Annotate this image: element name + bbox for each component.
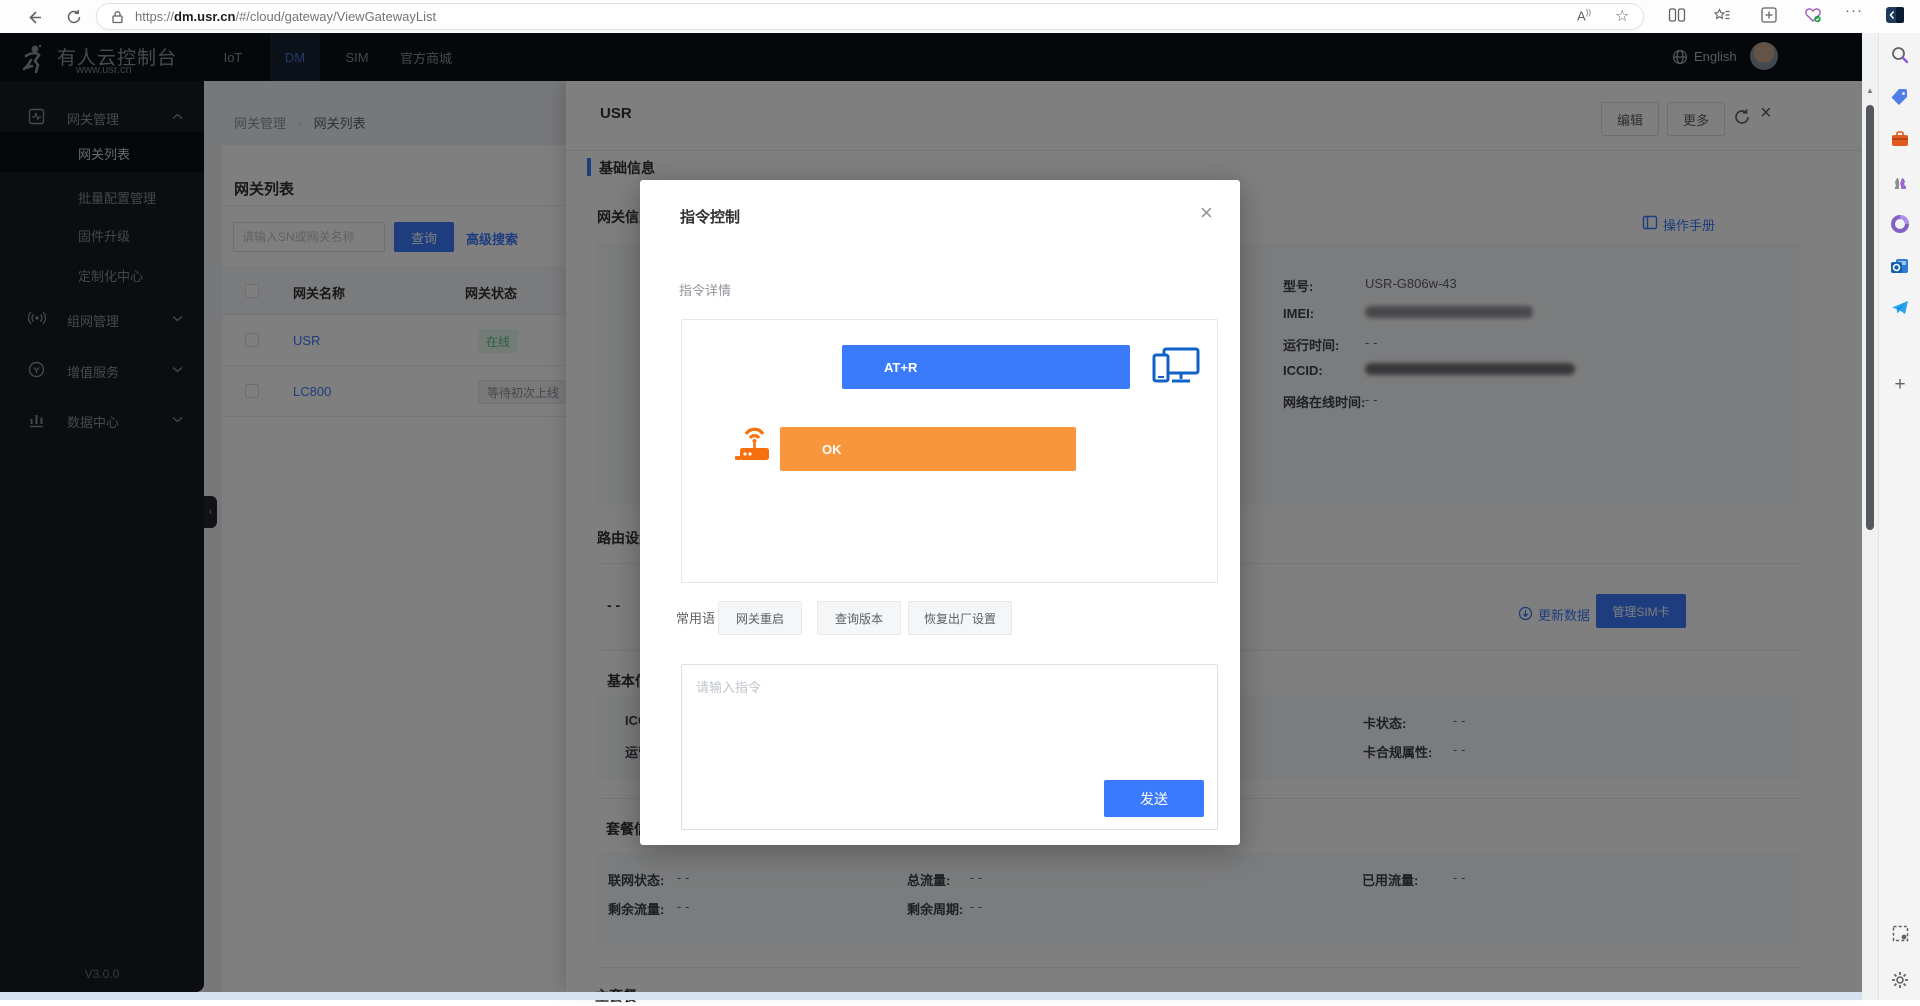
edge-screenshot-icon[interactable] [1888, 921, 1912, 945]
horizontal-scrollbar[interactable] [0, 992, 1862, 1000]
edge-games-icon[interactable] [1888, 170, 1912, 194]
browser-chrome: https://dm.usr.cn/#/cloud/gateway/ViewGa… [0, 0, 1920, 33]
client-devices-icon [1152, 347, 1200, 387]
edge-shopping-icon[interactable] [1888, 85, 1912, 109]
reply-bubble: OK [780, 427, 1076, 471]
modal-title: 指令控制 [680, 206, 740, 227]
read-aloud-icon[interactable]: A)) [1577, 8, 1591, 23]
scrollbar-thumb[interactable] [1866, 105, 1874, 530]
edge-tools-icon[interactable] [1888, 127, 1912, 151]
scroll-up-arrow[interactable]: ▲ [1866, 86, 1874, 95]
send-button[interactable]: 发送 [1104, 780, 1204, 817]
collections-icon[interactable] [1713, 6, 1731, 24]
command-control-modal: 指令控制 × 指令详情 AT+R OK 常用语 网关重启 查询版本 恢复出厂设置… [640, 180, 1240, 845]
edge-add-icon[interactable]: + [1888, 373, 1912, 397]
browser-menu-icon[interactable]: ··· [1845, 2, 1863, 19]
url-text: https://dm.usr.cn/#/cloud/gateway/ViewGa… [135, 9, 436, 24]
edge-telegram-icon[interactable] [1888, 296, 1912, 320]
quick-version-button[interactable]: 查询版本 [817, 601, 901, 635]
edge-sidebar: + [1878, 33, 1920, 1000]
quick-commands-label: 常用语 [676, 608, 715, 627]
quick-reboot-button[interactable]: 网关重启 [718, 601, 802, 635]
lock-icon [111, 10, 124, 24]
close-modal-icon[interactable]: × [1200, 200, 1213, 226]
browser-essentials-icon[interactable] [1803, 6, 1823, 24]
split-screen-icon[interactable] [1668, 6, 1686, 24]
favorite-star-icon[interactable]: ☆ [1615, 6, 1629, 26]
edge-search-icon[interactable] [1888, 43, 1912, 67]
browser-back-icon[interactable] [22, 5, 46, 29]
command-history-box: AT+R OK [681, 319, 1218, 583]
router-icon [734, 420, 774, 464]
page-scrollbar[interactable]: ▲ [1862, 33, 1878, 1000]
address-bar[interactable]: https://dm.usr.cn/#/cloud/gateway/ViewGa… [96, 3, 1644, 30]
add-collection-icon[interactable] [1760, 6, 1778, 24]
sent-command-bubble: AT+R [842, 345, 1130, 389]
browser-refresh-icon[interactable] [62, 5, 86, 29]
sidebar-toggle-icon[interactable] [1885, 5, 1905, 25]
quick-factory-reset-button[interactable]: 恢复出厂设置 [908, 601, 1012, 635]
edge-outlook-icon[interactable] [1888, 254, 1912, 278]
command-detail-label: 指令详情 [679, 280, 731, 299]
edge-settings-gear-icon[interactable] [1888, 968, 1912, 992]
edge-m365-icon[interactable] [1888, 212, 1912, 236]
